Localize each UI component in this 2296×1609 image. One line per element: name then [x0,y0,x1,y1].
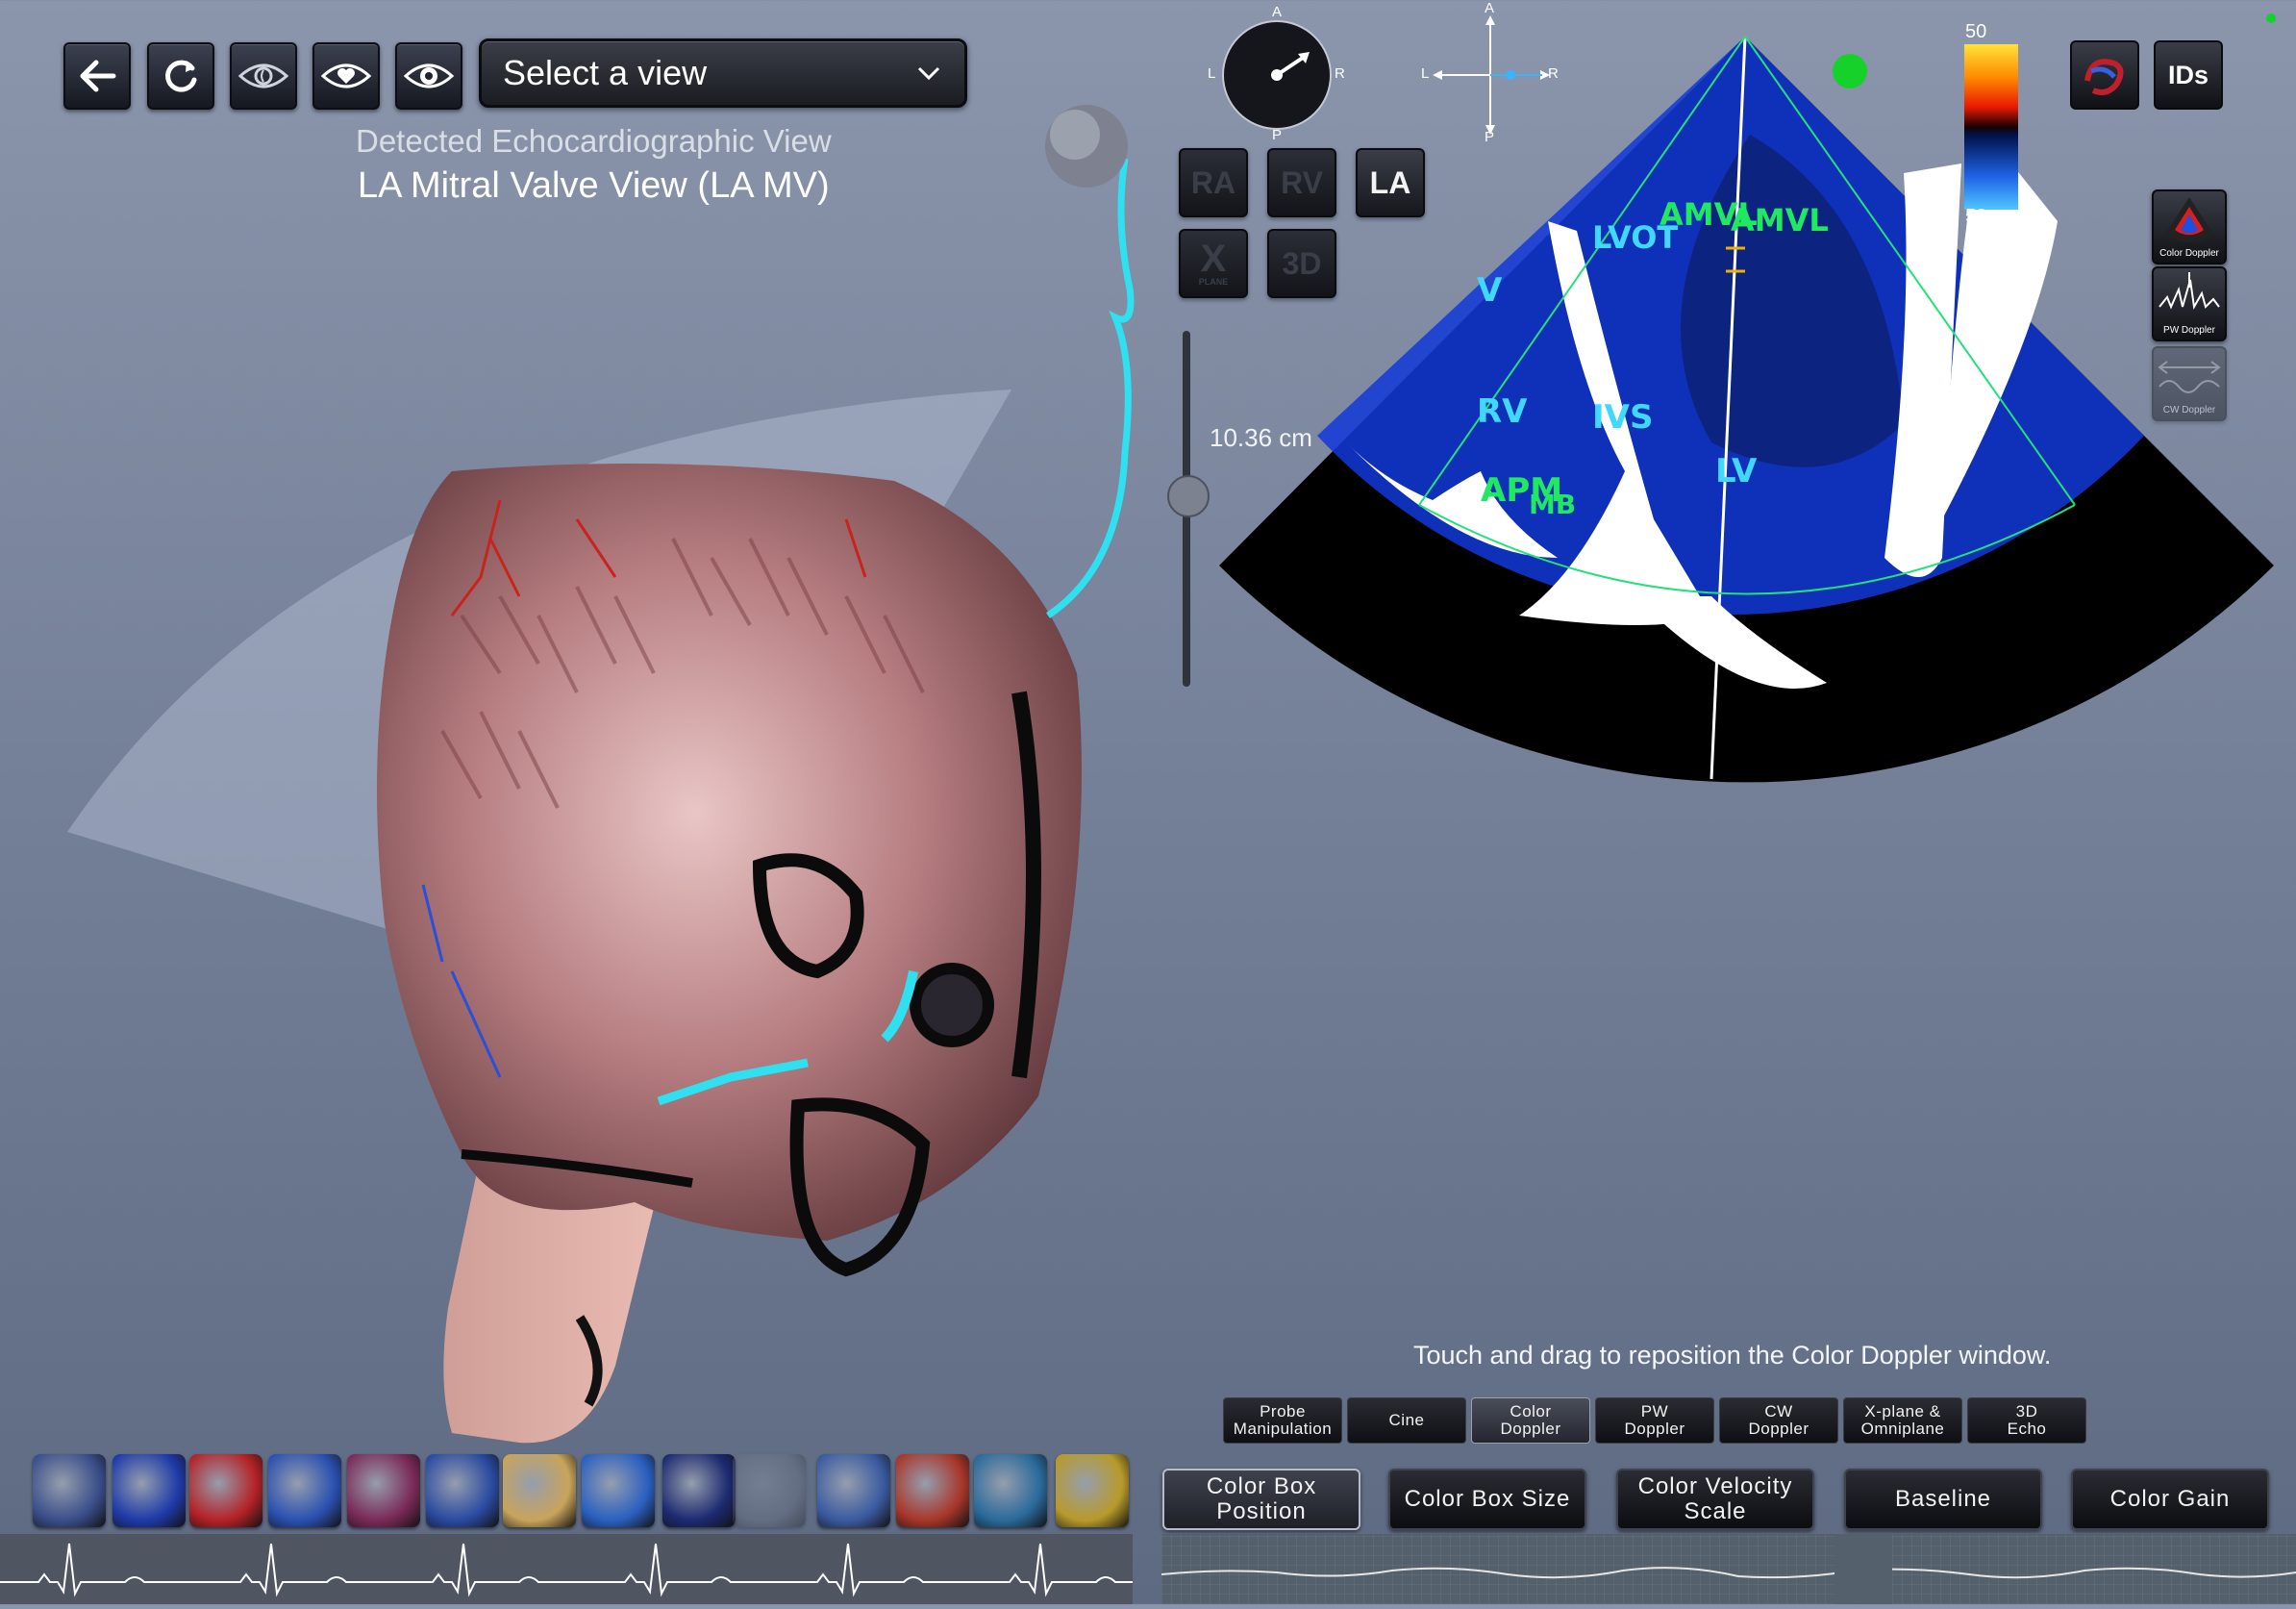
tab-line-1: 3D [2015,1402,2038,1420]
cross-label-top: A [1485,0,1495,16]
heart-zoom-icon[interactable] [817,1454,890,1527]
heart-flow-icon[interactable] [347,1454,420,1527]
side-pw-doppler-label: PW Doppler [2163,325,2215,336]
tab-line-2: Manipulation [1233,1420,1333,1438]
scale-bottom-value: 50 [1965,206,1987,227]
tab-line-2: Doppler [1500,1420,1561,1438]
status-indicator [1833,54,1867,88]
gauge-meter-icon[interactable] [896,1454,969,1527]
heart-logo-icon [2084,59,2124,95]
param-line-1: Color Velocity [1637,1473,1793,1499]
wave-chart-icon[interactable] [662,1454,736,1527]
echo-label-lv: LV [1715,452,1758,490]
tab-line-1: CW [1764,1402,1793,1420]
tab-probe-manipulation[interactable]: Probe Manipulation [1223,1397,1342,1444]
side-color-doppler-label: Color Doppler [2159,248,2219,259]
tab-cw-doppler[interactable]: CW Doppler [1719,1397,1838,1444]
tab-line-2: Doppler [1624,1420,1685,1438]
color-doppler-icon [2165,197,2213,242]
heart-body [377,464,1082,1241]
echo-label-lvot: LVOT [1592,219,1679,256]
side-pw-doppler-button[interactable]: PW Doppler [2152,266,2227,341]
tab-line-1: Color [1510,1402,1552,1420]
color-gain-button[interactable]: Color Gain [2071,1469,2269,1530]
tab-line-2: Omniplane [1860,1420,1945,1438]
gauge-disabled-icon[interactable] [733,1454,806,1527]
heart-rotate-icon[interactable] [112,1454,186,1527]
cw-doppler-icon [2158,361,2221,393]
param-line-2: Scale [1684,1498,1747,1524]
tab-color-doppler[interactable]: Color Doppler [1471,1397,1590,1444]
heart-magnify-icon[interactable] [426,1454,499,1527]
velocity-color-scale [1964,44,2018,210]
echo-label-v: V [1477,271,1503,310]
param-line-1: Color Gain [2109,1486,2231,1512]
ecg-strip-left [0,1534,1133,1604]
color-box-position-button[interactable]: Color Box Position [1162,1469,1360,1530]
echo-label-mb: MB [1529,489,1577,520]
valve-check-icon[interactable] [503,1454,576,1527]
heart-3d-model[interactable] [0,0,1154,1462]
tab-line-1: PW [1640,1402,1669,1420]
pw-doppler-icon [2159,272,2220,311]
tab-cine[interactable]: Cine [1347,1397,1466,1444]
connection-dot [2266,13,2276,23]
echo-label-ivs: IVS [1592,398,1654,437]
tab-line-1: X-plane & [1864,1402,1941,1420]
ecg-strip-right [1160,1534,2296,1604]
color-velocity-scale-button[interactable]: Color Velocity Scale [1616,1469,1814,1530]
echo-label-rv: RV [1477,392,1528,431]
tab-pw-doppler[interactable]: PW Doppler [1595,1397,1714,1444]
tab-line-1: Probe [1260,1402,1306,1420]
side-cw-doppler-label: CW Doppler [2162,405,2216,415]
cube-quiz-icon[interactable] [1056,1454,1129,1527]
heart-arrows-icon[interactable] [582,1454,655,1527]
color-box-size-button[interactable]: Color Box Size [1388,1469,1586,1530]
param-line-1: Color Box Size [1404,1486,1571,1512]
probe-ruler-icon[interactable] [974,1454,1047,1527]
scale-top-value: 50 [1965,21,1987,42]
ids-button[interactable]: IDs [2154,40,2223,110]
heart-target-icon[interactable] [189,1454,262,1527]
tab-xplane-omniplane[interactable]: X-plane & Omniplane [1843,1397,1962,1444]
dial-label-top: A [1272,4,1283,20]
heart-anatomy-button[interactable] [2070,40,2139,110]
tab-3d-echo[interactable]: 3D Echo [1967,1397,2086,1444]
instruction-text: Touch and drag to reposition the Color D… [1413,1341,2052,1370]
param-line-1: Color Box [1206,1473,1317,1499]
param-line-2: Position [1216,1498,1307,1524]
tab-line-2: Echo [2007,1420,2047,1438]
baseline-button[interactable]: Baseline [1844,1469,2042,1530]
echo-sector-image[interactable] [1211,19,2279,789]
side-color-doppler-button[interactable]: Color Doppler [2152,189,2227,264]
depth-slider-thumb[interactable] [1167,475,1210,517]
tab-line-2: Doppler [1748,1420,1809,1438]
echo-label-amvl-2: AMVL [1731,202,1829,239]
heart-ventricles-icon[interactable] [268,1454,341,1527]
probe-cable [1046,158,1135,618]
param-line-1: Baseline [1894,1486,1992,1512]
heart-lab-icon[interactable] [33,1454,106,1527]
tab-line-1: Cine [1388,1411,1425,1429]
side-cw-doppler-button[interactable]: CW Doppler [2152,346,2227,421]
